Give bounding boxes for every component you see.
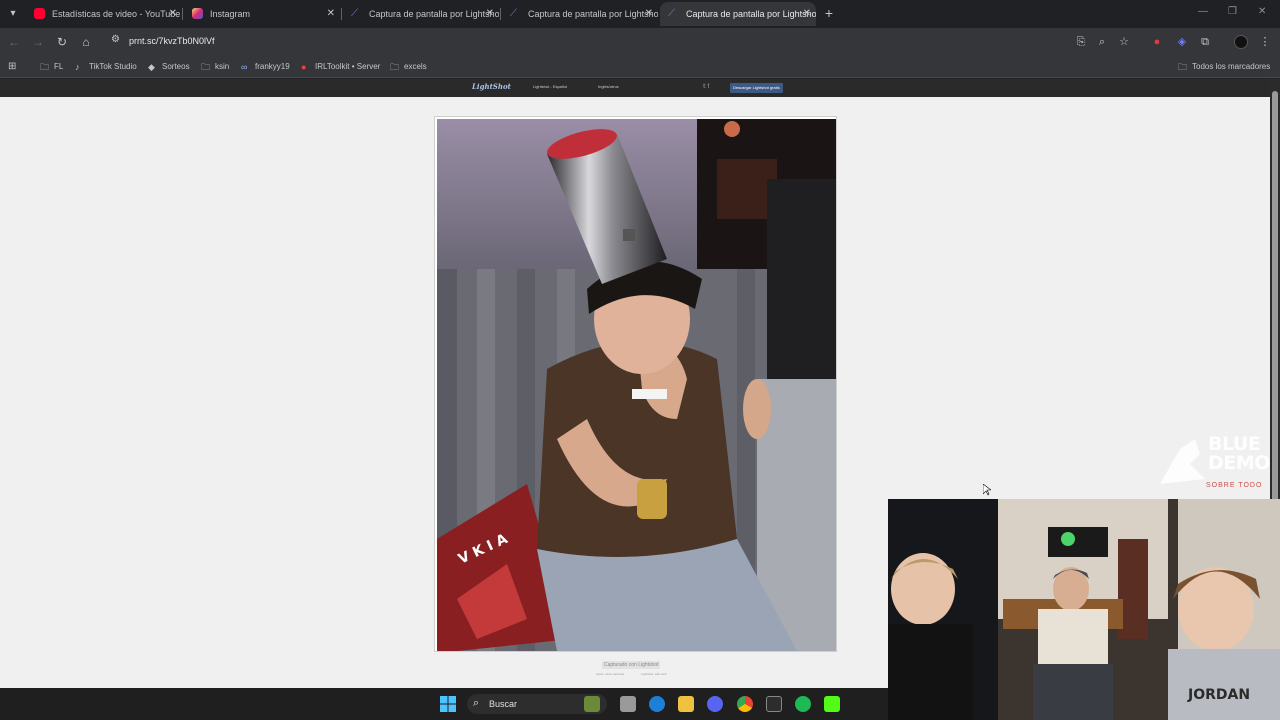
tab-lightshot-active[interactable]: ⟋ Captura de pantalla por Lightshot ✕ [660,2,816,26]
back-icon[interactable]: ← [6,34,22,50]
photo-illustration: V K I A [437,119,836,651]
taskbar-search-label: Buscar [489,699,518,709]
tab-search-menu-icon[interactable]: ▾ [4,5,22,23]
home-icon[interactable]: ⌂ [78,34,94,50]
tab-title: Captura de pantalla por Lightshot [686,9,816,19]
tab-divider [341,8,342,20]
spotify-icon[interactable] [795,696,811,712]
lightshot-header-bar: LightShot Lightshot - Español Inglés/otr… [0,79,1270,97]
tab-youtube-studio[interactable]: Estadísticas de video - YouTube ✕ [26,2,182,26]
folder-icon: 🗀 [40,62,50,72]
tab-divider [500,8,501,20]
apps-grid-icon[interactable]: ⊞ [8,60,16,74]
bookmark-star-icon[interactable]: ☆ [1117,35,1131,49]
bookmark-irltoolkit[interactable]: ● IRLToolkit • Server [301,60,380,74]
site-info-icon[interactable]: ⚙ [111,34,120,45]
close-tab-icon[interactable]: ✕ [645,2,653,26]
nav-link-spanish[interactable]: Lightshot - Español [533,84,567,89]
minimize-icon[interactable]: — [1198,6,1208,17]
menu-kebab-icon[interactable]: ⋮ [1258,35,1272,49]
address-bar[interactable]: ⚙ prnt.sc/7kvzTb0N0lVf [104,31,1134,53]
caption-link-prev[interactable]: antes: otras capturas [596,672,624,676]
extensions-puzzle-icon[interactable]: ⧉ [1198,35,1212,49]
folder-icon: 🗀 [390,62,400,72]
caption-link-site[interactable]: Lightshot: sitio web [641,672,667,676]
reload-icon[interactable]: ↻ [54,34,70,50]
nav-link-english[interactable]: Inglés/otros [598,84,619,89]
webcam-scene: JORDAN [888,499,1280,720]
close-tab-icon[interactable]: ✕ [486,2,494,26]
task-view-icon[interactable] [620,696,636,712]
extension-shield-icon[interactable]: ◈ [1175,35,1189,49]
edge-icon[interactable] [649,696,665,712]
bookmarks-bar: ⊞ 🗀 FL ♪ TikTok Studio ◆ Sorteos 🗀 ksin ∞ fra… [0,56,1280,78]
close-tab-icon[interactable]: ✕ [169,2,177,26]
link-icon: ∞ [241,62,248,72]
close-tab-icon[interactable]: ✕ [803,2,811,26]
lightshot-logo[interactable]: LightShot [472,82,511,91]
screenshot-frame: V K I A [434,116,837,652]
url-text[interactable]: prnt.sc/7kvzTb0N0lVf [129,36,215,46]
close-tab-icon[interactable]: ✕ [327,2,335,26]
widgets-icon[interactable] [584,696,600,712]
tab-lightshot-1[interactable]: ⟋ Captura de pantalla por Lightshot ✕ [343,2,499,26]
search-icon: ⌕ [473,697,480,709]
discord-icon[interactable] [707,696,723,712]
zoom-icon[interactable]: ⌕ [1095,35,1109,49]
all-bookmarks-folder[interactable]: 🗀 Todos los marcadores [1178,60,1270,74]
tab-title: Captura de pantalla por Lightshot [528,9,658,19]
windows-start-icon[interactable] [440,696,456,712]
tab-strip: ▾ Estadísticas de video - YouTube ✕ Inst… [0,0,1280,28]
new-tab-button[interactable]: + [822,4,836,22]
bookmark-frankyy19[interactable]: ∞ frankyy19 [241,60,290,74]
instagram-icon [192,8,203,19]
tab-lightshot-2[interactable]: ⟋ Captura de pantalla por Lightshot ✕ [502,2,658,26]
kick-icon[interactable] [824,696,840,712]
file-explorer-icon[interactable] [678,696,694,712]
bookmark-excels[interactable]: 🗀 excels [390,60,427,74]
folder-icon: 🗀 [1178,62,1188,72]
lightshot-feather-icon: ⟋ [510,8,517,19]
bookmark-sorteos[interactable]: ◆ Sorteos [148,60,190,74]
tab-title: Instagram [210,9,251,19]
mouse-cursor-icon [983,484,991,496]
forward-icon[interactable]: → [30,34,46,50]
tiktok-icon: ♪ [75,62,80,72]
obs-icon[interactable] [766,696,782,712]
webcam-overlay: JORDAN [888,499,1280,720]
download-lightshot-button[interactable]: Descargar Lightshot gratis [730,83,783,93]
youtube-icon [34,8,45,19]
lightshot-feather-icon: ⟋ [668,8,675,19]
social-icons[interactable]: 𝕥 f [703,83,709,90]
blue-demon-watermark: BLUE DEMON [1208,433,1270,474]
bookmark-fl[interactable]: 🗀 FL [40,60,63,74]
blue-demon-subtitle: SOBRE TODO [1206,482,1263,489]
tab-divider [182,8,183,20]
chrome-icon[interactable] [737,696,753,712]
lightshot-feather-icon: ⟋ [351,8,358,19]
profile-avatar[interactable] [1234,35,1248,49]
restore-icon[interactable]: ❐ [1228,6,1237,17]
diamond-icon: ◆ [148,62,155,72]
close-window-icon[interactable]: ✕ [1258,6,1266,17]
svg-text:JORDAN: JORDAN [1187,687,1250,703]
screenshot-photo[interactable]: V K I A [437,119,836,651]
tab-title: Captura de pantalla por Lightshot [369,9,499,19]
install-app-icon[interactable]: ⎘ [1074,35,1088,49]
bookmark-tiktok-studio[interactable]: ♪ TikTok Studio [75,60,137,74]
bookmark-ksin[interactable]: 🗀 ksin [201,60,229,74]
captured-with-lightshot-label[interactable]: Capturado con Lightshot [602,661,661,669]
extension-red-icon[interactable]: ● [1150,35,1164,49]
browser-toolbar: ← → ↻ ⌂ ⚙ prnt.sc/7kvzTb0N0lVf ⎘ ⌕ ☆ ● ◈… [0,28,1280,56]
folder-icon: 🗀 [201,62,211,72]
windows-taskbar: ⌕ Buscar [0,688,888,720]
tab-title: Estadísticas de video - YouTube [52,9,181,19]
tab-instagram[interactable]: Instagram ✕ [184,2,340,26]
irltoolkit-icon: ● [301,62,307,72]
